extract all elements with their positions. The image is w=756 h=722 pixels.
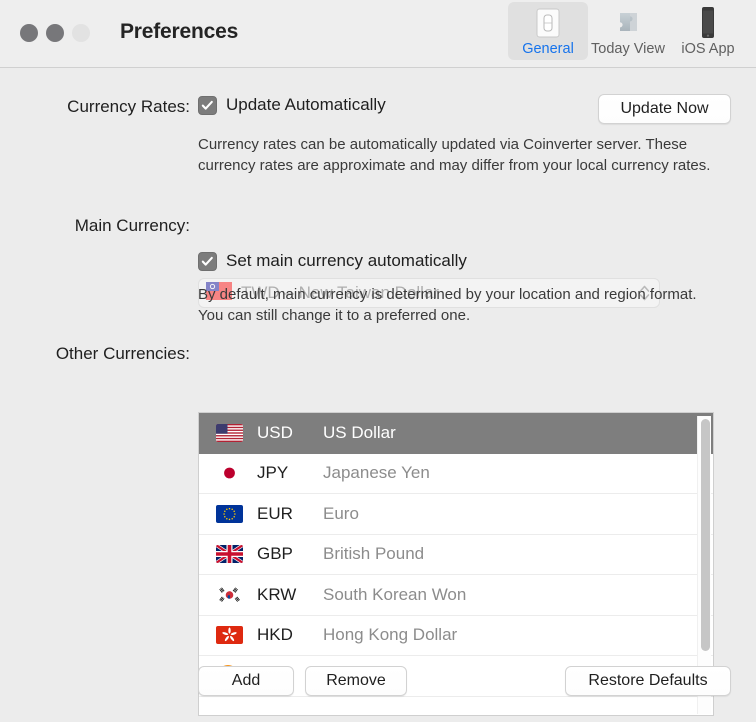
- list-item[interactable]: KRW South Korean Won: [199, 575, 713, 616]
- light-switch-icon: [533, 6, 563, 40]
- list-item[interactable]: JPY Japanese Yen: [199, 454, 713, 494]
- window-toolbar: Preferences General Today View iOS App: [0, 0, 756, 68]
- list-item-name: Japanese Yen: [323, 463, 430, 483]
- flag-eu-icon: [216, 504, 257, 523]
- currency-rates-label: Currency Rates:: [67, 97, 190, 116]
- window-title: Preferences: [120, 20, 239, 43]
- list-item-code: EUR: [257, 503, 293, 523]
- flag-hk-icon: [216, 626, 257, 645]
- set-main-currency-automatically-checkbox[interactable]: [198, 251, 217, 271]
- tab-general-label: General: [522, 41, 574, 57]
- set-main-currency-automatically-label: Set main currency automatically: [226, 251, 467, 270]
- list-item-name: British Pound: [323, 544, 425, 564]
- list-item-name: South Korean Won: [323, 584, 467, 604]
- list-item[interactable]: EUR Euro: [199, 494, 713, 535]
- restore-defaults-button[interactable]: Restore Defaults: [565, 666, 731, 696]
- tab-ios-app[interactable]: iOS App: [668, 2, 748, 60]
- zoom-button[interactable]: [72, 24, 90, 42]
- update-automatically-checkbox[interactable]: [198, 95, 217, 115]
- flag-kr-icon: [216, 585, 257, 604]
- update-automatically-label: Update Automatically: [226, 95, 386, 114]
- list-item-code: GBP: [257, 544, 293, 564]
- list-item-code: JPY: [257, 463, 289, 483]
- update-now-button[interactable]: Update Now: [598, 94, 731, 124]
- iphone-icon: [697, 6, 719, 40]
- currency-rates-description: Currency rates can be automatically upda…: [198, 136, 711, 174]
- list-item-name: Hong Kong Dollar: [323, 625, 458, 645]
- flag-gb-icon: [216, 545, 257, 564]
- list-item[interactable]: USD US Dollar: [199, 413, 713, 454]
- list-item[interactable]: HKD Hong Kong Dollar: [199, 616, 713, 656]
- tab-general[interactable]: General: [508, 2, 588, 60]
- other-currencies-label: Other Currencies:: [55, 344, 190, 363]
- remove-button[interactable]: Remove: [305, 666, 407, 696]
- traffic-lights: [20, 24, 90, 42]
- tab-today-view[interactable]: Today View: [588, 2, 668, 60]
- set-main-currency-automatically-checkbox-row[interactable]: Set main currency automatically: [198, 251, 467, 271]
- flag-us-icon: [216, 423, 257, 442]
- preferences-window: Preferences General Today View iOS App C…: [0, 0, 756, 722]
- update-automatically-checkbox-row[interactable]: Update Automatically: [198, 95, 386, 115]
- close-button[interactable]: [20, 24, 38, 42]
- tab-ios-app-label: iOS App: [681, 41, 735, 57]
- list-item-code: KRW: [257, 584, 297, 604]
- add-button[interactable]: Add: [198, 666, 294, 696]
- main-currency-label: Main Currency:: [74, 216, 190, 235]
- minimize-button[interactable]: [46, 24, 64, 42]
- list-item-name: Euro: [323, 503, 359, 523]
- list-item-partial[interactable]: [199, 697, 713, 716]
- tab-today-view-label: Today View: [591, 41, 665, 57]
- toolbar-tabs: General Today View iOS App: [508, 2, 748, 60]
- list-scrollbar-thumb[interactable]: [701, 419, 710, 651]
- list-item[interactable]: GBP British Pound: [199, 535, 713, 575]
- list-item-code: HKD: [257, 625, 293, 645]
- main-currency-description: By default, main currency is determined …: [198, 286, 697, 324]
- puzzle-piece-icon: [612, 6, 644, 40]
- list-item-code: USD: [257, 422, 293, 442]
- preferences-content: Currency Rates: Update Automatically Upd…: [0, 68, 756, 722]
- list-item-name: US Dollar: [323, 422, 396, 442]
- flag-jp-icon: [216, 464, 257, 483]
